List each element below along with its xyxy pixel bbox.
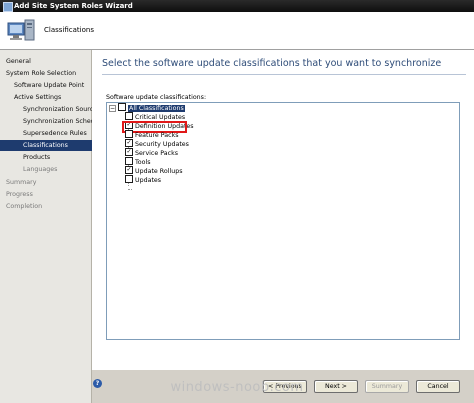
heading-divider [102, 74, 466, 75]
tree-item-updates[interactable]: Updates [125, 175, 162, 185]
service-packs-checkbox[interactable]: ✓ [125, 148, 133, 156]
critical-updates-checkbox[interactable] [125, 112, 133, 120]
update-rollups-label: Update Rollups [135, 168, 183, 175]
page-title: Select the software update classificatio… [102, 58, 442, 69]
watermark: windows-noob.com [170, 380, 304, 395]
tools-label: Tools [135, 159, 151, 166]
window-title: Add Site System Roles Wizard [14, 2, 133, 10]
critical-updates-label: Critical Updates [135, 114, 186, 121]
service-packs-label: Service Packs [135, 150, 179, 157]
nav-item-summary: Summary [6, 179, 37, 186]
tree-item-feature-packs[interactable]: Feature Packs [125, 130, 179, 140]
classifications-tree[interactable]: − All Classifications Critical Updates ✓… [106, 102, 460, 340]
tree-item-update-rollups[interactable]: ✓ Update Rollups [125, 166, 183, 176]
feature-packs-label: Feature Packs [135, 132, 179, 139]
computer-icon [7, 19, 35, 41]
collapse-icon[interactable]: − [109, 105, 116, 112]
classifications-list-label: Software update classifications: [106, 94, 207, 101]
nav-item-progress: Progress [6, 191, 33, 198]
title-bar: Add Site System Roles Wizard [0, 0, 474, 12]
security-updates-checkbox[interactable]: ✓ [125, 139, 133, 147]
tree-root-row[interactable]: − All Classifications [107, 103, 185, 113]
all-classifications-checkbox[interactable] [118, 103, 127, 111]
feature-packs-checkbox[interactable] [125, 130, 133, 138]
nav-item-software-update-point[interactable]: Software Update Point [0, 80, 105, 91]
header-title: Classifications [44, 26, 94, 34]
nav-item-completion: Completion [6, 203, 43, 210]
wizard-sidebar: General System Role Selection Software U… [0, 50, 114, 403]
updates-label: Updates [135, 177, 162, 184]
wizard-content: Select the software update classificatio… [92, 50, 474, 370]
update-rollups-checkbox[interactable]: ✓ [125, 166, 133, 174]
nav-item-system-role-selection[interactable]: System Role Selection [0, 68, 97, 79]
tools-checkbox[interactable] [125, 157, 133, 165]
nav-item-active-settings[interactable]: Active Settings [0, 92, 105, 103]
tree-item-security-updates[interactable]: ✓ Security Updates [125, 139, 189, 149]
nav-item-general[interactable]: General [0, 56, 97, 67]
tree-connector [128, 189, 132, 190]
wizard-header: Classifications [0, 12, 474, 50]
security-updates-label: Security Updates [135, 141, 189, 148]
all-classifications-label: All Classifications [128, 105, 185, 112]
updates-checkbox[interactable] [125, 175, 133, 183]
app-icon [3, 2, 13, 12]
